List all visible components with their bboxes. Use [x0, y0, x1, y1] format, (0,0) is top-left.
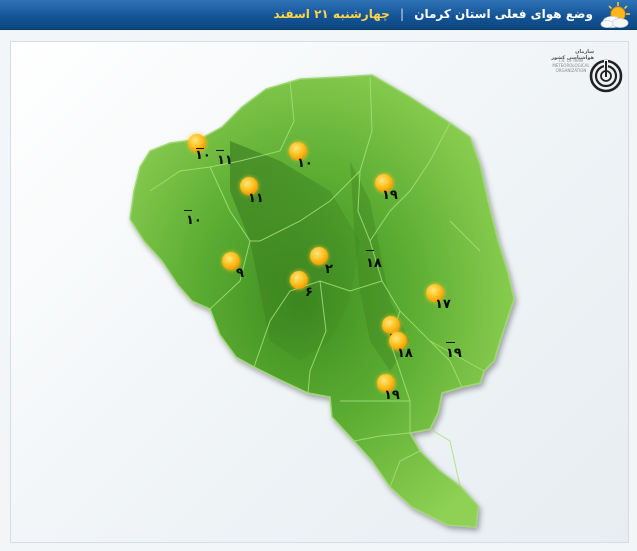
station-temp: ۱۷	[435, 297, 451, 312]
station-temp: ۱۸	[366, 256, 382, 271]
station-temp: ۱۱	[217, 153, 233, 168]
station-temp: ۱۰	[297, 156, 313, 171]
title-separator: |	[399, 7, 405, 21]
station-temp: ۱۰	[186, 213, 202, 228]
page-title: وضع هوای فعلی استان کرمان | چهارشنبه ۲۱ …	[274, 7, 593, 21]
station-temp: ۱۹	[382, 188, 398, 203]
title-label: وضع هوای فعلی استان کرمان	[414, 7, 593, 21]
station-temp: ۶	[305, 285, 313, 300]
station-temp: ۱۸	[397, 346, 413, 361]
station-temp: ۱۱	[248, 191, 264, 206]
station-temp: ۱۹	[446, 346, 462, 361]
kerman-province-map	[129, 74, 515, 528]
minus-sign	[366, 250, 374, 251]
station-temp: ۱۰	[195, 148, 211, 163]
sun-cloud-icon	[600, 2, 630, 28]
minus-sign	[196, 148, 204, 149]
title-date: چهارشنبه ۲۱ اسفند	[273, 7, 390, 21]
station-temp: ۲	[325, 262, 333, 277]
minus-sign	[184, 210, 192, 211]
minus-sign	[216, 150, 224, 151]
meteorological-org-logo	[589, 59, 623, 93]
minus-sign	[446, 342, 455, 343]
station-temp: ۹	[236, 266, 244, 281]
station-temp: ۱۹	[384, 388, 400, 403]
title-bar: وضع هوای فعلی استان کرمان | چهارشنبه ۲۱ …	[0, 0, 637, 30]
weather-map-frame: وضع هوای فعلی استان کرمان | چهارشنبه ۲۱ …	[0, 0, 637, 551]
